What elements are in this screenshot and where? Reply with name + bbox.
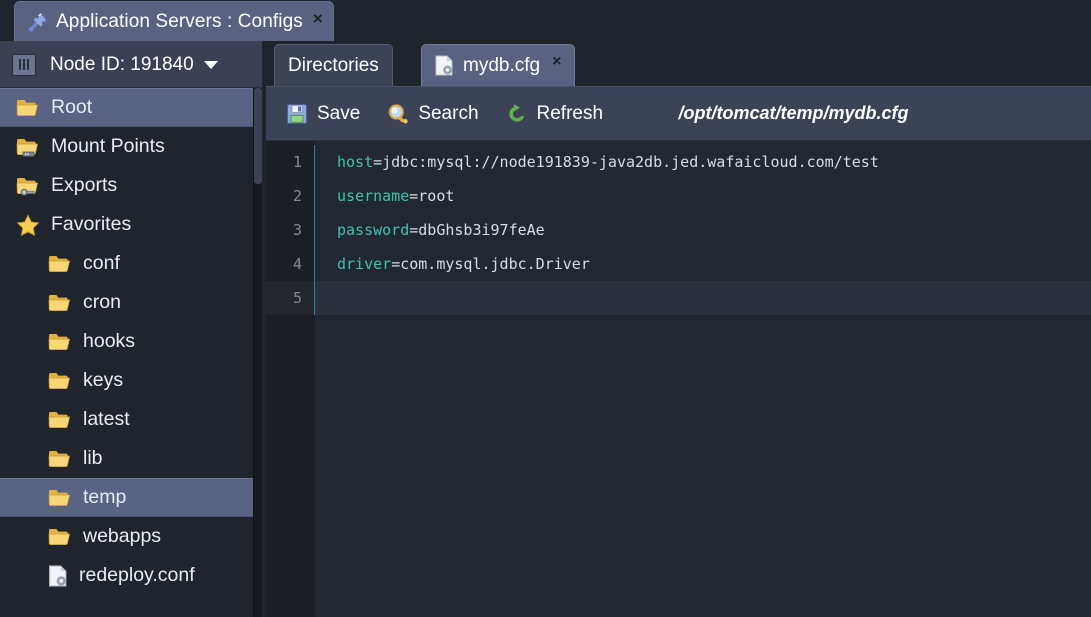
file-config-icon xyxy=(49,565,67,586)
code-key: password xyxy=(337,221,410,239)
search-button[interactable]: Search xyxy=(378,96,487,132)
code-line[interactable] xyxy=(315,281,1091,315)
folder-export-icon xyxy=(16,177,39,196)
tree-item-label: Exports xyxy=(51,174,118,196)
search-button-label: Search xyxy=(418,102,479,124)
tree-item-webapps[interactable]: webapps xyxy=(0,517,253,556)
tab-mydb-cfg-close-icon[interactable]: × xyxy=(552,54,561,77)
save-button[interactable]: Save xyxy=(277,96,369,132)
sidebar-scrollbar[interactable] xyxy=(254,88,262,617)
window-tab-close-icon[interactable]: × xyxy=(313,10,323,33)
folder-icon xyxy=(48,333,71,350)
code-value: =jdbc:mysql://node191839-java2db.jed.waf… xyxy=(373,153,879,171)
folder-icon xyxy=(48,255,71,272)
tree-item-root[interactable]: Root xyxy=(0,88,253,127)
tree-item-exports[interactable]: Exports xyxy=(0,166,253,205)
line-number: 2 xyxy=(266,179,315,213)
save-button-label: Save xyxy=(317,102,361,124)
tree-item-cron[interactable]: cron xyxy=(0,283,253,322)
tree-item-conf[interactable]: conf xyxy=(0,244,253,283)
code-key: driver xyxy=(337,255,392,273)
line-number: 5 xyxy=(266,281,315,315)
tab-directories[interactable]: Directories xyxy=(274,44,393,86)
tree-item-lib[interactable]: lib xyxy=(0,439,253,478)
folder-icon xyxy=(48,528,71,545)
wrench-screwdriver-icon xyxy=(28,12,46,31)
tree-item-label: redeploy.conf xyxy=(79,564,195,586)
server-icon xyxy=(12,53,36,76)
refresh-button-label: Refresh xyxy=(536,102,604,124)
window-tab-label: Application Servers : Configs xyxy=(56,10,303,32)
node-id-label: Node ID: 191840 xyxy=(50,53,194,75)
code-value: =root xyxy=(409,187,455,205)
folder-icon xyxy=(48,489,71,506)
chevron-down-icon[interactable] xyxy=(203,60,218,69)
folder-icon xyxy=(48,450,71,467)
tree-item-label: temp xyxy=(83,486,127,508)
folder-icon xyxy=(48,411,71,428)
file-config-icon xyxy=(435,55,453,76)
editor-toolbar: Save Search Refresh /opt/tomcat/temp/myd… xyxy=(266,87,1091,141)
window-tabstrip: Application Servers : Configs × xyxy=(0,0,1091,41)
tree-item-label: Mount Points xyxy=(51,135,165,157)
node-id-selector[interactable]: Node ID: 191840 xyxy=(0,42,262,88)
tree-item-mount-points[interactable]: Mount Points xyxy=(0,127,253,166)
tree-item-label: webapps xyxy=(83,525,162,547)
folder-icon xyxy=(16,99,39,116)
code-line[interactable]: host=jdbc:mysql://node191839-java2db.jed… xyxy=(315,145,1091,179)
tab-directories-label: Directories xyxy=(288,54,379,76)
line-number: 1 xyxy=(266,145,315,179)
code-value: =com.mysql.jdbc.Driver xyxy=(391,255,590,273)
file-tree: Root Mount Points Exports Favorites conf cron… xyxy=(0,88,254,617)
tree-item-favorites[interactable]: Favorites xyxy=(0,205,253,244)
sidebar-scrollbar-thumb[interactable] xyxy=(254,88,262,184)
line-number: 4 xyxy=(266,247,315,281)
tree-item-label: conf xyxy=(83,252,120,274)
code-key: host xyxy=(337,153,374,171)
tree-item-redeploy-conf[interactable]: redeploy.conf xyxy=(0,556,253,595)
tree-item-temp[interactable]: temp xyxy=(0,478,253,517)
code-value: =dbGhsb3i97feAe xyxy=(409,221,545,239)
tree-item-label: lib xyxy=(83,447,103,469)
tree-item-label: hooks xyxy=(83,330,136,352)
tree-item-hooks[interactable]: hooks xyxy=(0,322,253,361)
editor-tabstrip: Directories mydb.cfg × xyxy=(266,41,1091,87)
tree-item-label: keys xyxy=(83,369,124,391)
code-line[interactable]: username=root xyxy=(315,179,1091,213)
sidebar: Node ID: 191840 Root Mount Points Exports F… xyxy=(0,41,262,617)
code-key: username xyxy=(337,187,410,205)
code-editor[interactable]: 1 host=jdbc:mysql://node191839-java2db.je… xyxy=(266,141,1091,617)
window-tab-application-servers-configs[interactable]: Application Servers : Configs × xyxy=(14,1,334,41)
tree-item-label: Favorites xyxy=(51,213,132,235)
star-icon xyxy=(16,213,40,236)
code-line[interactable]: password=dbGhsb3i97feAe xyxy=(315,213,1091,247)
editor-panel: Directories mydb.cfg × Save Search Refre… xyxy=(266,41,1091,617)
tree-item-keys[interactable]: keys xyxy=(0,361,253,400)
tab-mydb-cfg[interactable]: mydb.cfg × xyxy=(421,44,576,86)
tree-item-label: cron xyxy=(83,291,121,313)
refresh-button[interactable]: Refresh xyxy=(497,96,613,132)
tree-item-latest[interactable]: latest xyxy=(0,400,253,439)
line-number: 3 xyxy=(266,213,315,247)
code-line[interactable]: driver=com.mysql.jdbc.Driver xyxy=(315,247,1091,281)
folder-icon xyxy=(48,372,71,389)
tab-mydb-cfg-label: mydb.cfg xyxy=(463,54,541,76)
tree-item-label: Root xyxy=(51,96,93,118)
magnifier-icon xyxy=(389,103,408,123)
floppy-disk-icon xyxy=(287,103,307,124)
tree-item-label: latest xyxy=(83,408,130,430)
folder-icon xyxy=(48,294,71,311)
folder-mount-icon xyxy=(16,138,39,157)
refresh-arrow-icon xyxy=(508,103,524,122)
application-window: Application Servers : Configs × Node ID:… xyxy=(0,0,1091,617)
